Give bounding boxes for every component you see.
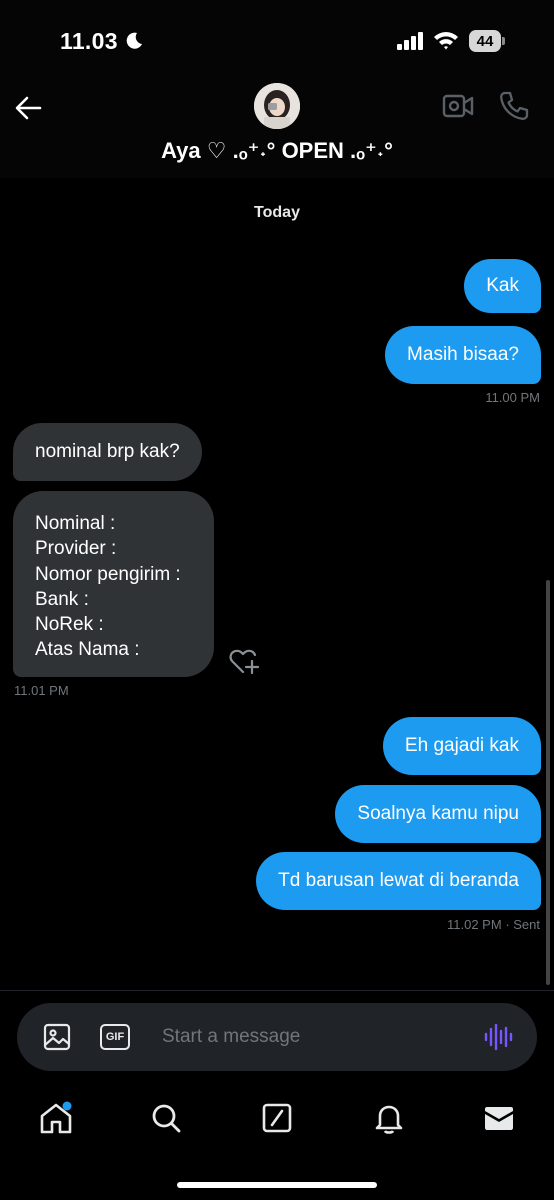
- message-text: nominal brp kak?: [35, 441, 180, 462]
- nav-search-button[interactable]: [148, 1100, 184, 1136]
- status-time: 11.03: [60, 28, 118, 54]
- voice-message-button[interactable]: [482, 1021, 514, 1053]
- scrollbar[interactable]: [546, 580, 550, 985]
- nav-messages-button[interactable]: [481, 1100, 517, 1136]
- arrow-left-icon: [15, 96, 42, 120]
- search-icon: [152, 1104, 181, 1133]
- avatar[interactable]: [254, 83, 300, 129]
- message-sent[interactable]: Soalnya kamu nipu: [335, 785, 541, 843]
- message-text: Soalnya kamu nipu: [357, 803, 519, 824]
- contact-name[interactable]: Aya ♡ .ₒ⁺˖° OPEN .ₒ⁺˖°: [0, 138, 554, 164]
- grok-icon: [262, 1103, 292, 1133]
- mail-icon: [485, 1107, 513, 1130]
- home-indicator: [177, 1182, 377, 1188]
- gif-icon: GIF: [105, 1031, 125, 1043]
- message-sent[interactable]: Td barusan lewat di beranda: [256, 852, 541, 910]
- message-timestamp: 11.02 PM · Sent: [447, 917, 540, 932]
- message-timestamp: 11.00 PM: [485, 390, 540, 405]
- nav-grok-button[interactable]: [259, 1100, 295, 1136]
- home-icon: [40, 1101, 72, 1134]
- message-line: Nominal :: [35, 513, 116, 534]
- bell-icon: [375, 1105, 403, 1134]
- timestamp-time: 11.02 PM: [447, 917, 502, 932]
- message-sent[interactable]: Eh gajadi kak: [382, 717, 541, 775]
- battery-level: 44: [469, 30, 501, 52]
- back-button[interactable]: [12, 90, 48, 126]
- message-text: Eh gajadi kak: [404, 735, 519, 756]
- waveform-icon: [484, 1023, 513, 1051]
- heart-plus-icon: [229, 649, 260, 675]
- message-input[interactable]: [162, 1020, 462, 1054]
- delivery-status: · Sent: [505, 917, 540, 932]
- message-line: Nomor pengirim :: [35, 563, 181, 585]
- message-sent[interactable]: Kak: [464, 259, 541, 313]
- nav-home-button[interactable]: [38, 1100, 74, 1136]
- wifi-icon: [434, 32, 458, 50]
- phone-call-button[interactable]: [498, 90, 530, 122]
- message-line: NoRek :: [35, 614, 104, 636]
- message-timestamp: 11.01 PM: [14, 683, 69, 698]
- message-line: Provider :: [35, 538, 117, 560]
- media-button[interactable]: [42, 1022, 72, 1052]
- video-call-button[interactable]: [442, 93, 474, 119]
- battery-tip: [502, 37, 505, 45]
- phone-icon: [500, 91, 529, 120]
- message-text: Td barusan lewat di beranda: [278, 870, 519, 891]
- message-received[interactable]: Nominal : Provider : Nomor pengirim : Ba…: [13, 491, 214, 677]
- date-separator: Today: [254, 204, 300, 221]
- moon-icon: [126, 32, 142, 49]
- message-line: Atas Nama :: [35, 639, 140, 661]
- message-text: Kak: [486, 275, 519, 296]
- video-camera-icon: [442, 94, 474, 118]
- nav-notifications-button[interactable]: [371, 1100, 407, 1136]
- image-icon: [43, 1023, 71, 1051]
- battery-indicator: 44: [469, 30, 505, 52]
- message-received[interactable]: nominal brp kak?: [13, 423, 202, 481]
- message-line: Bank :: [35, 588, 89, 610]
- signal-icon: [397, 32, 423, 50]
- add-reaction-button[interactable]: [228, 646, 260, 676]
- divider: [0, 990, 554, 991]
- gif-button[interactable]: GIF: [100, 1024, 130, 1050]
- message-text: Masih bisaa?: [407, 344, 519, 365]
- message-sent[interactable]: Masih bisaa?: [385, 326, 541, 384]
